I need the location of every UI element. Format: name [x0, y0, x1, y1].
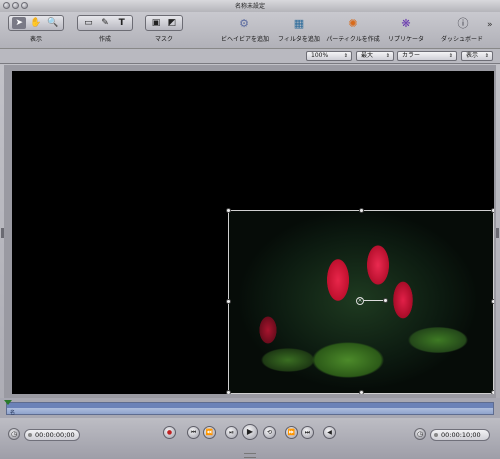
- gear-behavior-icon[interactable]: ⚙: [236, 16, 252, 30]
- particles-icon[interactable]: ✺: [345, 16, 361, 30]
- toolbar: ➤ ✋ 🔍 表示 ▭ ✎ T 作成 ▣ ◩ マスク ⚙ ビヘイビアを追加 ▦ フ…: [0, 12, 500, 49]
- timecode-dot-icon: [434, 433, 438, 437]
- view-tools-group: ➤ ✋ 🔍: [8, 15, 64, 31]
- handle-top-right[interactable]: [491, 208, 494, 213]
- replicator-icon[interactable]: ❋: [398, 16, 414, 30]
- duration-mode-icon[interactable]: ◷: [414, 428, 426, 440]
- app-window: 名称未設定 ➤ ✋ 🔍 表示 ▭ ✎ T 作成 ▣ ◩ マスク ⚙ ビヘイビアを…: [0, 0, 500, 459]
- add-filter-button[interactable]: フィルタを追加: [275, 34, 323, 43]
- hand-pan-icon[interactable]: ✋: [29, 17, 43, 29]
- step-forward-button[interactable]: ⏩: [285, 426, 298, 439]
- text-tool-icon[interactable]: T: [115, 17, 129, 29]
- resize-grip[interactable]: [244, 453, 256, 458]
- audio-button[interactable]: ◀: [323, 426, 336, 439]
- info-dashboard-icon[interactable]: ⓘ: [455, 16, 471, 30]
- create-group-label: 作成: [98, 36, 111, 43]
- rotation-handle[interactable]: [383, 298, 388, 303]
- arrow-select-icon[interactable]: ➤: [12, 17, 27, 29]
- zoom-popup[interactable]: 100% ⇕: [306, 51, 352, 61]
- current-time-value: 00:00:00;00: [35, 431, 75, 439]
- playhead-icon[interactable]: [4, 400, 12, 405]
- timecode-dot-icon: [28, 433, 32, 437]
- mini-timeline: 名: [0, 398, 500, 418]
- canvas-options-bar: 100% ⇕ 最大 ⇕ カラー ⇕ 表示 ⇕: [0, 49, 500, 64]
- mask-rect-icon[interactable]: ▣: [149, 17, 163, 29]
- view-popup[interactable]: 表示 ⇕: [461, 51, 493, 61]
- handle-middle-right[interactable]: [491, 299, 494, 304]
- popup-arrows-icon: ⇕: [448, 53, 453, 59]
- rectangle-icon[interactable]: ▭: [81, 17, 95, 29]
- right-panel-handle[interactable]: [496, 228, 499, 238]
- resolution-value: 最大: [361, 52, 374, 59]
- play-button[interactable]: ▶: [242, 424, 258, 440]
- mask-tools-group: ▣ ◩: [145, 15, 183, 31]
- toolbar-overflow-icon[interactable]: »: [487, 20, 493, 30]
- popup-arrows-icon: ⇕: [484, 53, 489, 59]
- zoom-value: 100%: [311, 52, 329, 59]
- duration-value: 00:00:10;00: [441, 431, 481, 439]
- step-back-button[interactable]: ⏪: [203, 426, 216, 439]
- window-title: 名称未設定: [234, 3, 265, 10]
- popup-arrows-icon: ⇕: [385, 53, 390, 59]
- view-value: 表示: [466, 52, 479, 59]
- bezier-pen-icon[interactable]: ✎: [98, 17, 112, 29]
- left-panel-handle[interactable]: [1, 228, 4, 238]
- view-group-label: 表示: [29, 36, 42, 43]
- record-button[interactable]: ●: [163, 426, 176, 439]
- create-tools-group: ▭ ✎ T: [77, 15, 133, 31]
- make-particles-button[interactable]: パーティクルを作成: [324, 34, 382, 43]
- handle-top-left[interactable]: [226, 208, 231, 213]
- go-to-start-button[interactable]: ⏮: [187, 426, 200, 439]
- play-range-button[interactable]: ⏯: [225, 426, 238, 439]
- handle-bottom-right[interactable]: [491, 390, 494, 394]
- add-behavior-button[interactable]: ビヘイビアを追加: [216, 34, 274, 43]
- handle-bottom-center[interactable]: [359, 390, 364, 394]
- channel-value: カラー: [402, 52, 421, 59]
- timeline-ruler[interactable]: [7, 403, 493, 408]
- popup-arrows-icon: ⇕: [343, 53, 348, 59]
- anchor-point-icon[interactable]: ×: [356, 297, 364, 305]
- rotation-handle-line: [364, 300, 384, 301]
- resolution-popup[interactable]: 最大 ⇕: [356, 51, 394, 61]
- filter-monitor-icon[interactable]: ▦: [291, 16, 307, 30]
- handle-bottom-left[interactable]: [226, 390, 231, 394]
- magnifier-zoom-icon[interactable]: 🔍: [46, 17, 60, 29]
- timeline-track[interactable]: 名: [6, 402, 494, 416]
- channels-popup[interactable]: カラー ⇕: [397, 51, 457, 61]
- timecode-mode-icon[interactable]: ◷: [8, 428, 20, 440]
- mask-bezier-icon[interactable]: ◩: [165, 17, 179, 29]
- duration-field[interactable]: 00:00:10;00: [430, 429, 490, 441]
- mask-group-label: マスク: [154, 36, 173, 43]
- current-time-field[interactable]: 00:00:00;00: [24, 429, 80, 441]
- replicator-button[interactable]: リプリケータ: [384, 34, 428, 43]
- track-label: 名: [10, 410, 16, 416]
- dashboard-button[interactable]: ダッシュボード: [439, 34, 485, 43]
- handle-middle-left[interactable]: [226, 299, 231, 304]
- handle-top-center[interactable]: [359, 208, 364, 213]
- loop-button[interactable]: ⟲: [263, 426, 276, 439]
- go-to-end-button[interactable]: ⏭: [301, 426, 314, 439]
- canvas[interactable]: ×: [12, 71, 494, 394]
